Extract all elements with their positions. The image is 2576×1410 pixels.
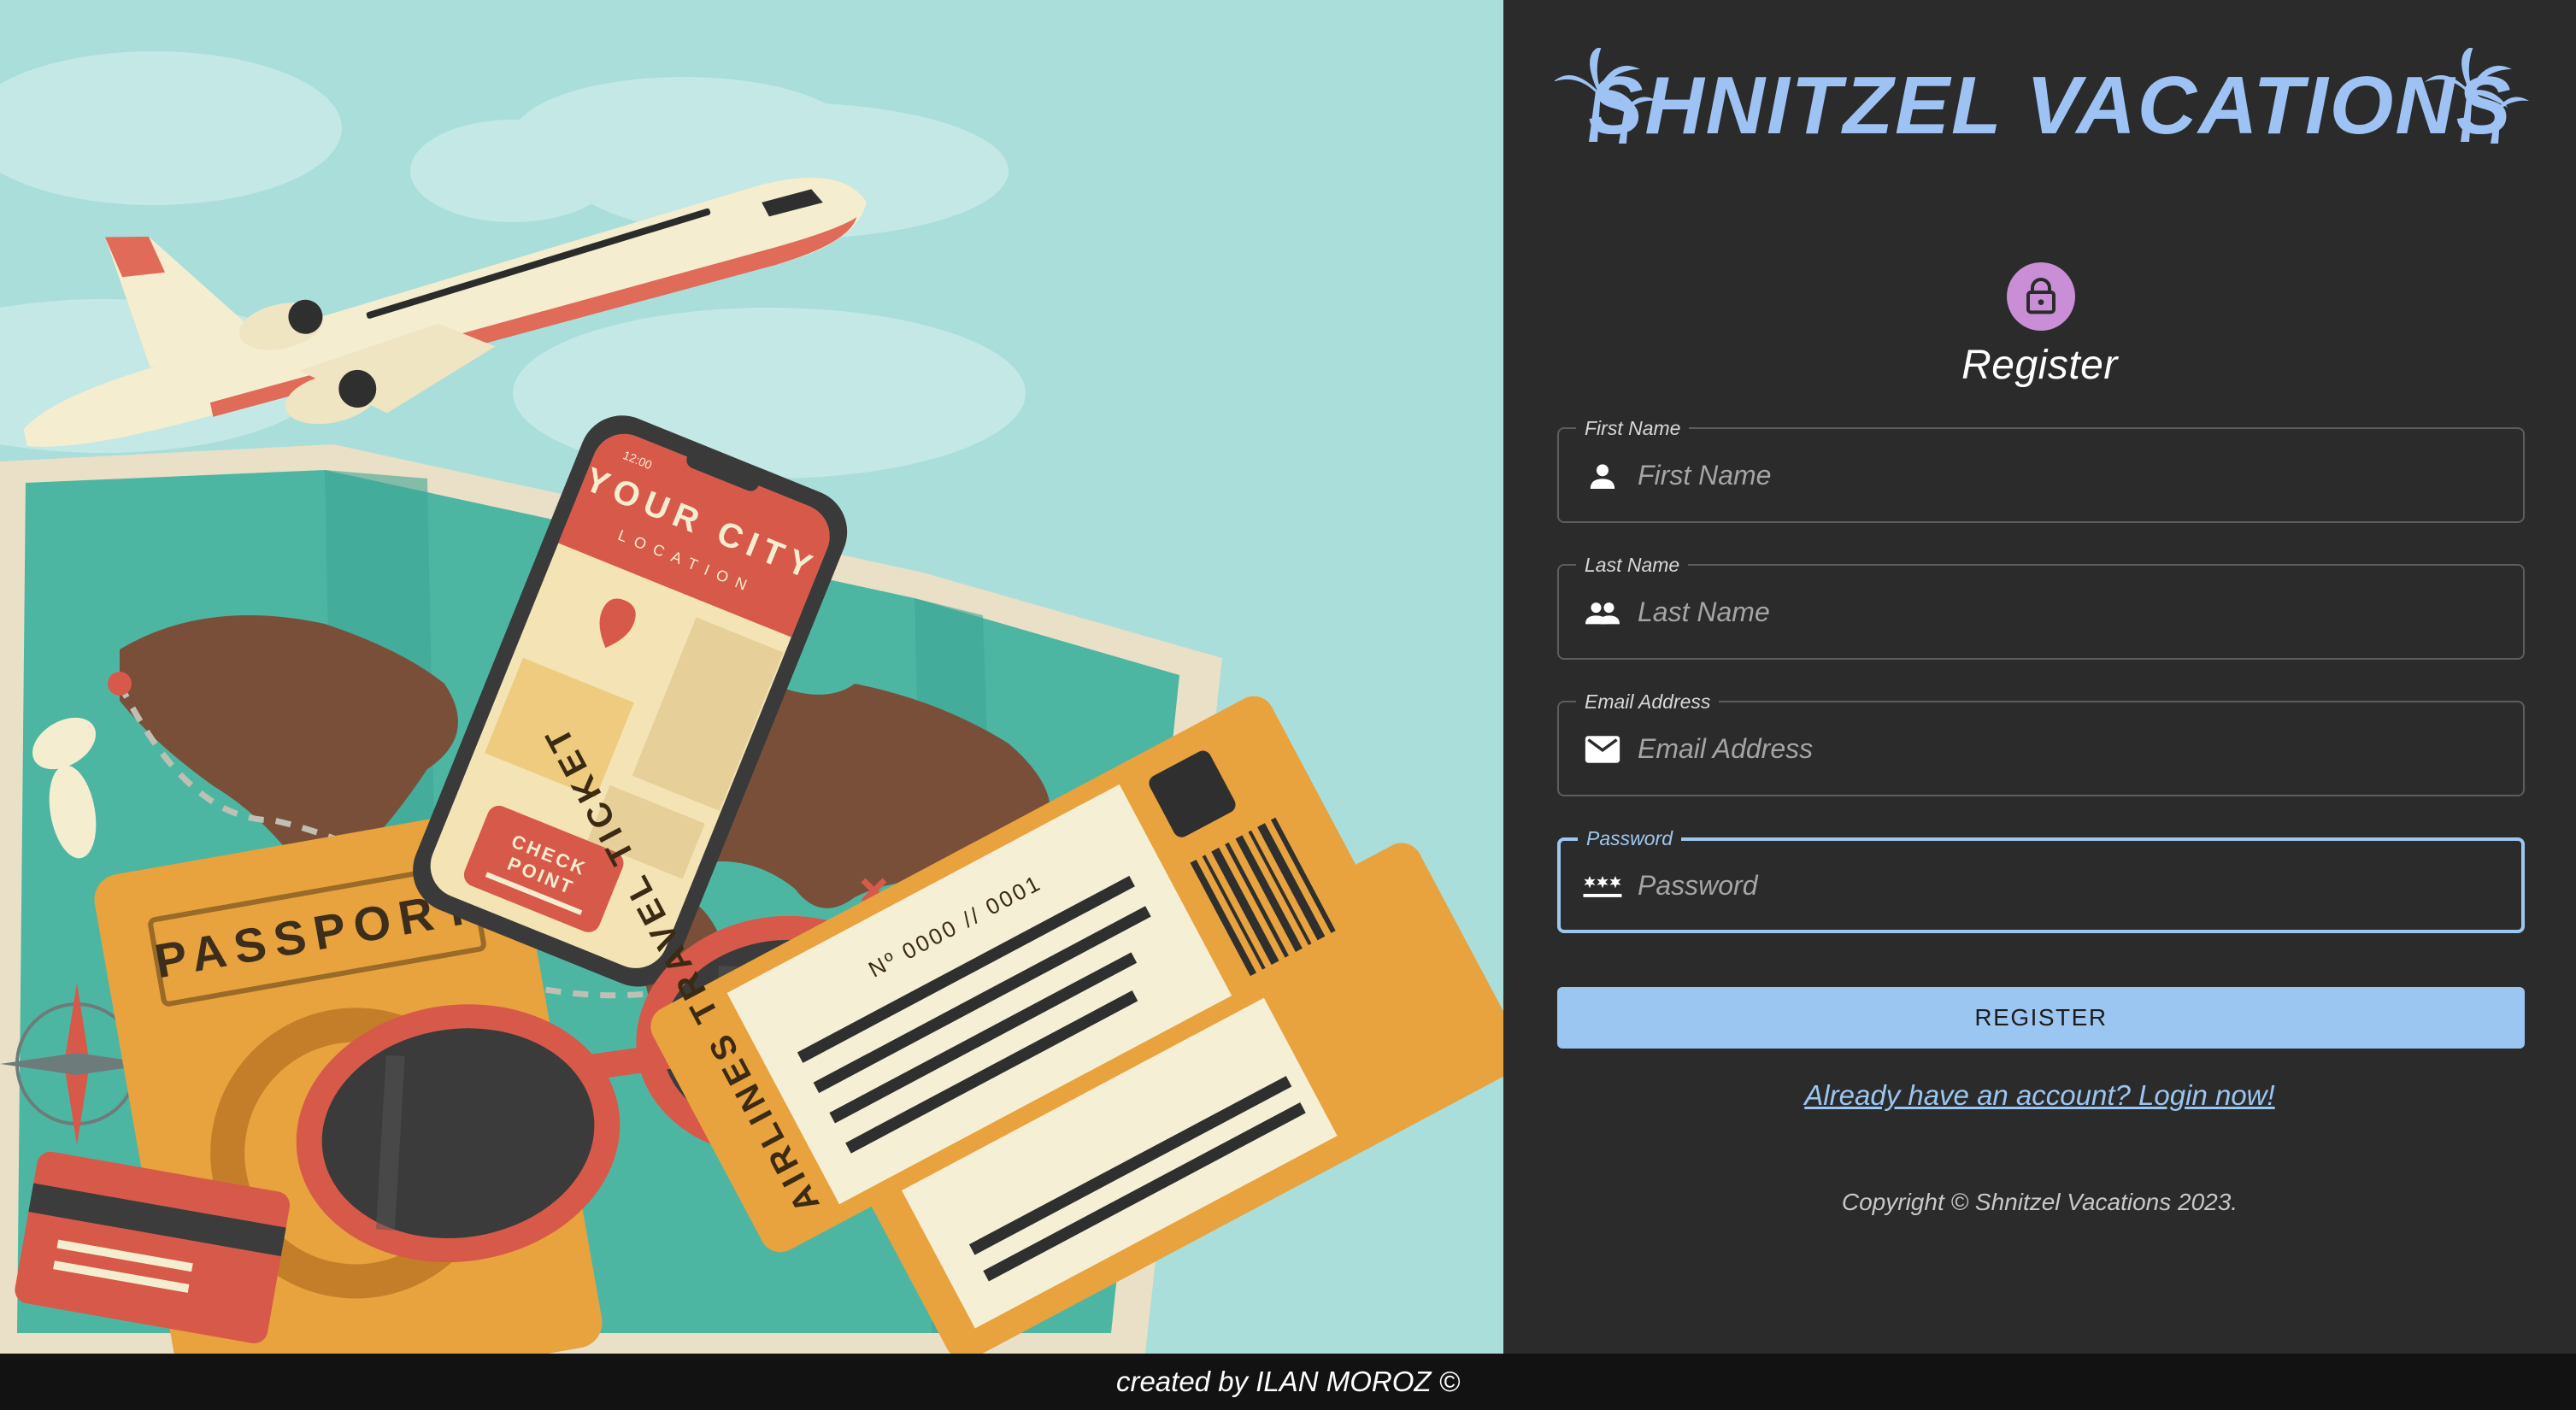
lock-avatar [2007,262,2075,331]
people-icon [1583,593,1622,632]
last-name-field[interactable]: Last Name [1557,554,2525,660]
password-label: Password [1578,827,1681,850]
brand-name: SHNITZEL VACATIONS [1588,60,2512,150]
email-label: Email Address [1576,690,1720,714]
login-link[interactable]: Already have an account? Login now! [1503,1079,2576,1112]
travel-illustration: PASSPORT YOUR CITY LOCATION 12:00 CHECK [0,0,1503,1354]
copyright-text: Copyright © Shnitzel Vacations 2023. [1841,1189,2238,1215]
footer-credit: created by ILAN MOROZ © [1115,1366,1461,1397]
password-input[interactable] [1638,858,2492,913]
brand-logo: SHNITZEL VACATIONS [1555,48,2529,150]
first-name-input[interactable] [1638,448,2492,502]
last-name-input[interactable] [1638,585,2492,639]
lock-icon [2026,278,2056,314]
password-icon [1583,867,1622,906]
last-name-label: Last Name [1576,554,1689,577]
register-panel: SHNITZEL VACATIONS Register First Name L… [1503,0,2576,1354]
page-title: Register [1961,343,2118,388]
email-input[interactable] [1638,721,2492,776]
person-icon [1583,456,1622,496]
register-button[interactable]: REGISTER [1557,987,2525,1049]
first-name-field[interactable]: First Name [1557,417,2525,523]
password-field[interactable]: Password [1557,827,2525,933]
email-icon [1583,730,1622,769]
footer: created by ILAN MOROZ © [0,1354,2576,1410]
email-field[interactable]: Email Address [1557,690,2525,796]
first-name-label: First Name [1576,417,1690,440]
hero-illustration: PASSPORT YOUR CITY LOCATION 12:00 CHECK [0,0,1503,1354]
